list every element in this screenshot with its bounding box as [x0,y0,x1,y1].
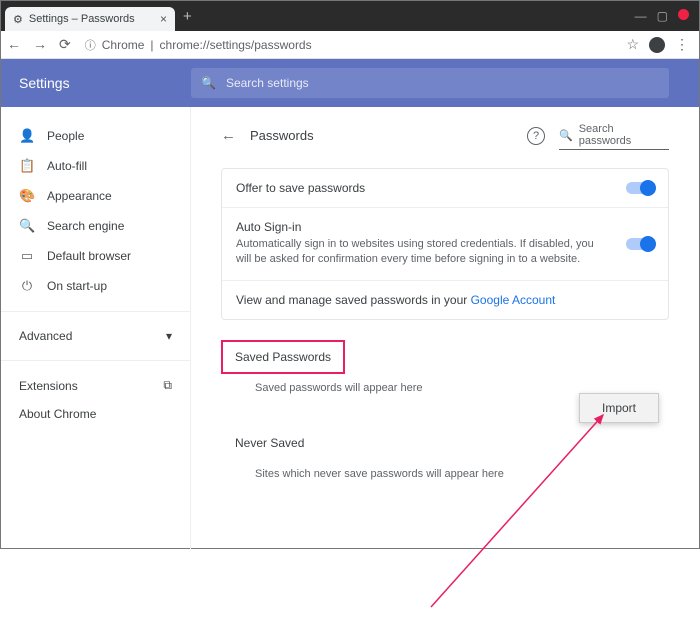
import-menu-item[interactable]: Import [579,393,659,423]
sidebar-item-label: On start-up [47,279,107,293]
window-controls: — ▢ [635,9,695,23]
settings-search[interactable]: 🔍 Search settings [191,68,669,98]
chevron-down-icon: ▾ [166,329,172,343]
clipboard-icon: 📋 [19,158,35,174]
person-icon: 👤 [19,128,35,144]
sidebar-about-label: About Chrome [19,407,96,421]
address-bar[interactable]: ⓘ Chrome | chrome://settings/passwords [81,37,617,53]
offer-save-label: Offer to save passwords [236,181,612,195]
passwords-search-placeholder: Search passwords [579,123,669,147]
sidebar-item-label: Appearance [47,189,112,203]
omnibox-url: chrome://settings/passwords [160,38,312,52]
power-icon: ⏻ [19,278,35,294]
external-link-icon: ⧉ [163,378,172,393]
manage-row: View and manage saved passwords in your … [222,280,668,319]
search-icon: 🔍 [201,76,216,90]
profile-icon[interactable] [649,37,665,53]
passwords-search[interactable]: 🔍 Search passwords [559,121,669,150]
window-titlebar: ⚙ Settings – Passwords × + — ▢ [1,1,699,31]
search-icon: 🔍 [19,218,35,234]
sidebar-item-default-browser[interactable]: ▭ Default browser [1,241,190,271]
never-saved-empty: Sites which never save passwords will ap… [221,460,669,496]
divider [1,360,190,361]
saved-passwords-title: Saved Passwords [235,350,331,364]
google-account-link[interactable]: Google Account [471,293,556,307]
sidebar-extensions[interactable]: Extensions ⧉ [1,371,190,400]
palette-icon: 🎨 [19,188,35,204]
sidebar: 👤 People 📋 Auto-fill 🎨 Appearance 🔍 Search e… [1,107,191,550]
auto-signin-row: Auto Sign-in Automatically sign in to we… [222,207,668,280]
import-label: Import [602,401,636,415]
sidebar-item-on-startup[interactable]: ⏻ On start-up [1,271,190,301]
browser-tab[interactable]: ⚙ Settings – Passwords × [5,7,175,31]
divider [1,311,190,312]
manage-text: View and manage saved passwords in your [236,293,471,307]
never-saved-section: Never Saved Sites which never save passw… [221,426,669,496]
gear-icon: ⚙ [13,13,23,26]
browser-toolbar: ← → ⟳ ⓘ Chrome | chrome://settings/passw… [1,31,699,59]
offer-save-row: Offer to save passwords [222,169,668,207]
sidebar-item-autofill[interactable]: 📋 Auto-fill [1,151,190,181]
password-options-card: Offer to save passwords Auto Sign-in Aut… [221,168,669,320]
close-window-icon[interactable] [678,9,689,20]
auto-signin-desc: Automatically sign in to websites using … [236,237,612,268]
saved-passwords-title-highlight: Saved Passwords [221,340,345,374]
close-tab-icon[interactable]: × [160,12,167,26]
reload-icon[interactable]: ⟳ [59,36,71,53]
omnibox-separator: | [150,38,153,52]
brand-label: Settings [1,75,191,91]
search-icon: 🔍 [559,129,573,142]
sidebar-advanced[interactable]: Advanced ▾ [1,322,190,350]
back-arrow-icon[interactable]: ← [221,127,236,144]
sidebar-item-label: Default browser [47,249,131,263]
back-icon[interactable]: ← [7,36,21,53]
auto-signin-label: Auto Sign-in [236,220,612,234]
never-saved-title: Never Saved [221,426,669,460]
sidebar-item-label: Auto-fill [47,159,87,173]
offer-save-toggle[interactable] [626,182,654,194]
tab-title: Settings – Passwords [29,13,135,25]
page-header: ← Passwords ? 🔍 Search passwords [221,121,669,150]
site-info-icon[interactable]: ⓘ [85,37,96,53]
main-pane: ← Passwords ? 🔍 Search passwords Offer t… [191,107,699,550]
page-title: Passwords [250,128,314,143]
star-icon[interactable]: ☆ [626,36,639,53]
new-tab-button[interactable]: + [175,8,200,25]
sidebar-item-search-engine[interactable]: 🔍 Search engine [1,211,190,241]
maximize-icon[interactable]: ▢ [657,9,668,23]
omnibox-chrome-label: Chrome [102,38,145,52]
settings-search-placeholder: Search settings [226,76,309,90]
sidebar-item-label: People [47,129,84,143]
sidebar-extensions-label: Extensions [19,379,78,393]
sidebar-advanced-label: Advanced [19,329,72,343]
auto-signin-toggle[interactable] [626,238,654,250]
sidebar-item-label: Search engine [47,219,124,233]
sidebar-about[interactable]: About Chrome [1,400,190,428]
sidebar-item-appearance[interactable]: 🎨 Appearance [1,181,190,211]
browser-icon: ▭ [19,248,35,264]
forward-icon[interactable]: → [33,36,47,53]
menu-icon[interactable]: ⋮ [675,36,689,53]
settings-header: Settings 🔍 Search settings [1,59,699,107]
minimize-icon[interactable]: — [635,9,647,23]
sidebar-item-people[interactable]: 👤 People [1,121,190,151]
help-icon[interactable]: ? [527,127,545,145]
